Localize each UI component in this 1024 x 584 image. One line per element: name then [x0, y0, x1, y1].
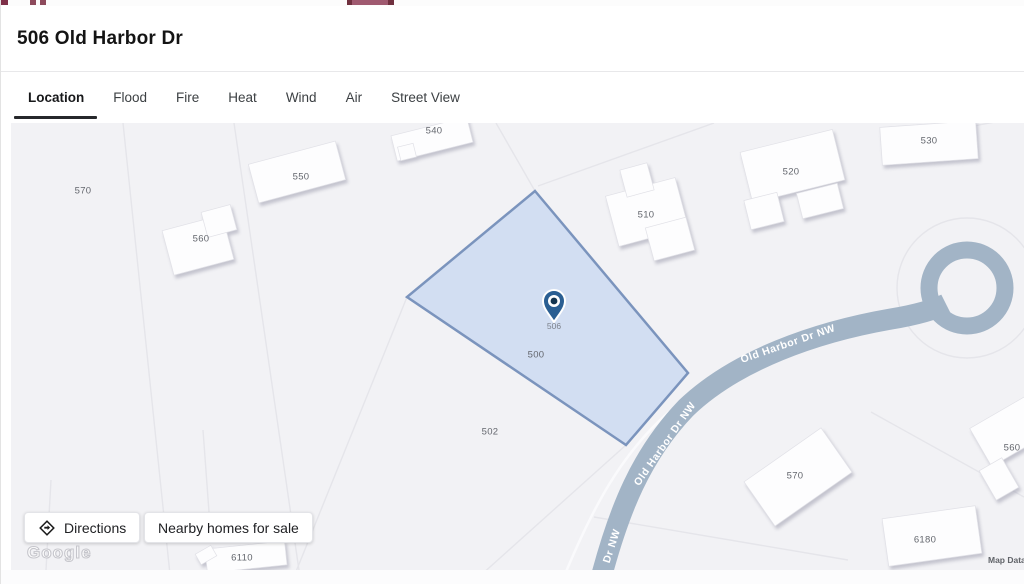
tab-flood[interactable]: Flood: [113, 72, 147, 123]
building-540: [391, 123, 473, 161]
page-header: 506 Old Harbor Dr: [1, 6, 1024, 72]
building-560-left: [162, 205, 237, 276]
nearby-homes-button-label: Nearby homes for sale: [158, 520, 299, 536]
property-map-page: 506 Old Harbor Dr Location Flood Fire Heat W…: [0, 0, 1024, 584]
directions-button[interactable]: Directions: [24, 512, 140, 543]
top-bar-fragment: [30, 0, 36, 5]
building-570-bottom: [744, 428, 852, 526]
building-510: [605, 163, 694, 261]
directions-button-label: Directions: [64, 520, 126, 536]
building-6180: [882, 506, 982, 567]
building-560-right: [970, 393, 1024, 500]
parcel-map[interactable]: [11, 123, 1024, 570]
tab-heat[interactable]: Heat: [228, 72, 257, 123]
top-bar-fragment: [352, 0, 388, 5]
tab-air[interactable]: Air: [346, 72, 363, 123]
top-bar-fragment: [40, 0, 46, 5]
nearby-homes-button[interactable]: Nearby homes for sale: [144, 512, 313, 543]
google-watermark: Google: [27, 543, 92, 563]
tab-fire[interactable]: Fire: [176, 72, 199, 123]
building-6110: [195, 541, 287, 570]
tab-location[interactable]: Location: [28, 72, 84, 123]
pin-parcel-number: 506: [547, 321, 561, 331]
tab-bar: Location Flood Fire Heat Wind Air Street View: [1, 72, 1024, 123]
page-title: 506 Old Harbor Dr: [1, 28, 183, 50]
map-attribution: Map Data: [988, 555, 1024, 565]
tab-wind[interactable]: Wind: [286, 72, 317, 123]
building-530: [880, 123, 978, 165]
directions-icon: [38, 519, 56, 537]
top-bar-fragment: [388, 0, 394, 5]
tab-street-view[interactable]: Street View: [391, 72, 460, 123]
top-bar-fragment: [1, 0, 8, 5]
building-520: [740, 129, 845, 229]
bottom-gutter: [1, 570, 1024, 584]
map-canvas: [11, 123, 1024, 570]
building-550: [248, 141, 345, 203]
